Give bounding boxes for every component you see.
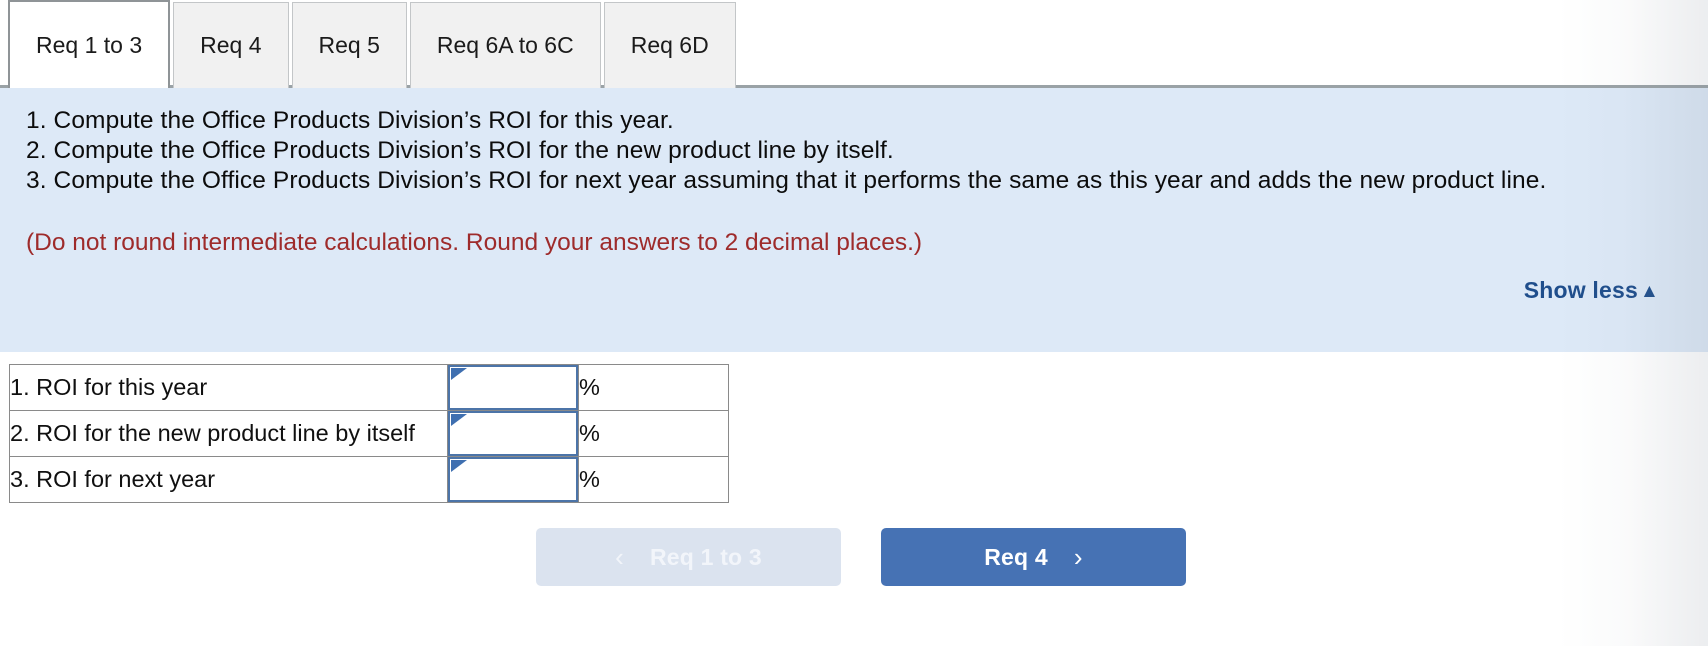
navigation-bar: ‹ Req 1 to 3 Req 4 › xyxy=(0,528,1708,586)
tab-label: Req 4 xyxy=(200,32,262,58)
tab-req-1-to-3[interactable]: Req 1 to 3 xyxy=(8,0,171,88)
caret-up-icon: ▲ xyxy=(1639,281,1659,303)
tab-req-6d[interactable]: Req 6D xyxy=(603,2,736,88)
next-button-label: Req 4 xyxy=(984,543,1048,570)
tab-label: Req 1 to 3 xyxy=(36,31,143,58)
tab-req-4[interactable]: Req 4 xyxy=(173,2,289,88)
roi-next-year-input[interactable] xyxy=(448,457,578,502)
answer-unit-1: % xyxy=(578,364,729,411)
instructions-panel: 1. Compute the Office Products Division’… xyxy=(0,88,1708,352)
tab-bar: Req 1 to 3 Req 4 Req 5 Req 6A to 6C Req … xyxy=(0,0,1708,88)
show-less-label: Show less xyxy=(1523,277,1638,304)
show-less-toggle[interactable]: Show less ▲ xyxy=(1524,277,1659,304)
roi-new-product-line-input[interactable] xyxy=(448,411,578,456)
answer-label-1: 1. ROI for this year xyxy=(9,364,448,411)
answer-input-cell-3 xyxy=(447,456,579,503)
table-row: 2. ROI for the new product line by itsel… xyxy=(9,410,729,457)
tab-label: Req 6A to 6C xyxy=(436,32,574,58)
next-requirement-button[interactable]: Req 4 › xyxy=(881,528,1186,586)
tab-req-5[interactable]: Req 5 xyxy=(291,2,407,88)
tab-req-6a-to-6c[interactable]: Req 6A to 6C xyxy=(409,2,601,88)
instruction-item-2: 2. Compute the Office Products Division’… xyxy=(26,136,894,164)
tab-label: Req 5 xyxy=(318,32,380,58)
rounding-note: (Do not round intermediate calculations.… xyxy=(26,228,923,256)
answer-input-cell-2 xyxy=(447,410,579,457)
answer-unit-3: % xyxy=(578,456,729,503)
table-row: 1. ROI for this year % xyxy=(9,364,729,411)
answers-table: 1. ROI for this year % 2. ROI for the ne… xyxy=(9,364,729,503)
instruction-item-1: 1. Compute the Office Products Division’… xyxy=(26,107,674,134)
prev-requirement-button[interactable]: ‹ Req 1 to 3 xyxy=(536,528,841,586)
tab-label: Req 6D xyxy=(630,32,709,58)
answer-input-cell-1 xyxy=(447,364,579,411)
instruction-item-3: 3. Compute the Office Products Division’… xyxy=(26,166,1547,194)
answer-unit-2: % xyxy=(578,410,729,457)
answer-label-2: 2. ROI for the new product line by itsel… xyxy=(9,410,448,457)
answer-label-3: 3. ROI for next year xyxy=(9,456,448,503)
show-less-row: Show less ▲ xyxy=(26,277,1684,304)
chevron-left-icon: ‹ xyxy=(615,542,624,572)
prev-button-label: Req 1 to 3 xyxy=(649,543,762,570)
roi-this-year-input[interactable] xyxy=(448,365,578,410)
chevron-right-icon: › xyxy=(1073,542,1083,572)
table-row: 3. ROI for next year % xyxy=(9,456,729,503)
